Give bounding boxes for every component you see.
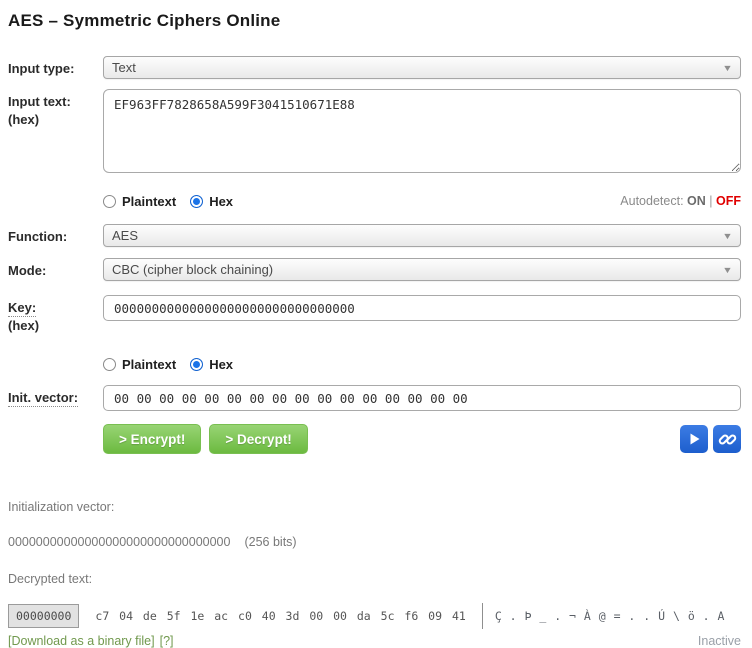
input-plaintext-label[interactable]: Plaintext (122, 194, 176, 209)
mode-label: Mode: (8, 263, 46, 278)
iv-result-bits: (256 bits) (244, 535, 296, 549)
mode-value: CBC (cipher block chaining) (112, 262, 273, 277)
function-select[interactable]: AES ▼ (103, 224, 741, 247)
autodetect-label: Autodetect: (620, 194, 683, 208)
autodetect-off-link[interactable]: OFF (716, 194, 741, 208)
help-link[interactable]: [?] (160, 634, 174, 648)
key-plaintext-radio[interactable] (103, 358, 116, 371)
input-format-row: Plaintext Hex Autodetect: ON | OFF (103, 192, 741, 210)
chain-link-icon (718, 430, 737, 449)
autodetect-on-link[interactable]: ON (687, 194, 706, 208)
init-vector-input[interactable] (103, 385, 741, 411)
key-hex-label[interactable]: Hex (209, 357, 233, 372)
init-vector-row: Init. vector: (8, 385, 741, 411)
input-hex-radio[interactable] (190, 195, 203, 208)
hexdump-offset: 00000000 (8, 604, 79, 628)
init-vector-label: Init. vector: (8, 390, 78, 407)
decrypt-button[interactable]: > Decrypt! (209, 424, 307, 454)
play-icon (686, 431, 702, 447)
mode-select[interactable]: CBC (cipher block chaining) ▼ (103, 258, 741, 281)
input-type-label: Input type: (8, 61, 74, 76)
input-text-area[interactable]: EF963FF7828658A599F3041510671E88 (103, 89, 741, 173)
input-plaintext-radio[interactable] (103, 195, 116, 208)
mode-row: Mode: CBC (cipher block chaining) ▼ (8, 258, 741, 281)
chevron-down-icon: ▼ (722, 63, 733, 73)
input-text-label: Input text: (8, 93, 103, 111)
autodetect-separator: | (709, 194, 712, 208)
input-type-row: Input type: Text ▼ (8, 56, 741, 79)
hexdump-row: 00000000 c7 04 de 5f 1e ac c0 40 3d 00 0… (8, 603, 741, 629)
input-type-select[interactable]: Text ▼ (103, 56, 741, 79)
iv-result-value: 00000000000000000000000000000000 (8, 535, 230, 549)
page-title: AES – Symmetric Ciphers Online (8, 11, 741, 31)
key-hex-note: (hex) (8, 317, 103, 335)
hexdump-ascii: Ç . Þ _ . ¬ À @ = . . Ú \ ö . A (495, 609, 725, 623)
decrypted-heading: Decrypted text: (8, 571, 741, 587)
chevron-down-icon: ▼ (722, 231, 733, 241)
input-text-hex-note: (hex) (8, 111, 103, 129)
hexdump-divider (482, 603, 483, 629)
tool-buttons (680, 425, 741, 453)
encrypt-button[interactable]: > Encrypt! (103, 424, 201, 454)
actions-row: > Encrypt! > Decrypt! (103, 424, 741, 454)
key-input[interactable] (103, 295, 741, 321)
input-hex-label[interactable]: Hex (209, 194, 233, 209)
function-value: AES (112, 228, 138, 243)
hexdump-bytes: c7 04 de 5f 1e ac c0 40 3d 00 00 da 5c f… (95, 609, 465, 623)
input-type-value: Text (112, 60, 136, 75)
iv-heading: Initialization vector: (8, 499, 741, 515)
result-links-row: [Download as a binary file] [?] Inactive (8, 634, 741, 648)
key-row: Key: (hex) (8, 295, 741, 335)
chevron-down-icon: ▼ (722, 265, 733, 275)
run-button[interactable] (680, 425, 708, 453)
key-format-row: Plaintext Hex (103, 355, 741, 373)
function-row: Function: AES ▼ (8, 224, 741, 247)
autodetect-control: Autodetect: ON | OFF (620, 194, 741, 208)
key-hex-radio[interactable] (190, 358, 203, 371)
iv-result-line: 00000000000000000000000000000000 (256 bit… (8, 534, 741, 550)
input-text-row: Input text: (hex) EF963FF7828658A599F304… (8, 89, 741, 178)
key-plaintext-label[interactable]: Plaintext (122, 357, 176, 372)
permalink-button[interactable] (713, 425, 741, 453)
status-inactive: Inactive (698, 634, 741, 648)
download-binary-link[interactable]: [Download as a binary file] (8, 634, 155, 648)
function-label: Function: (8, 229, 67, 244)
key-label: Key: (8, 300, 36, 317)
